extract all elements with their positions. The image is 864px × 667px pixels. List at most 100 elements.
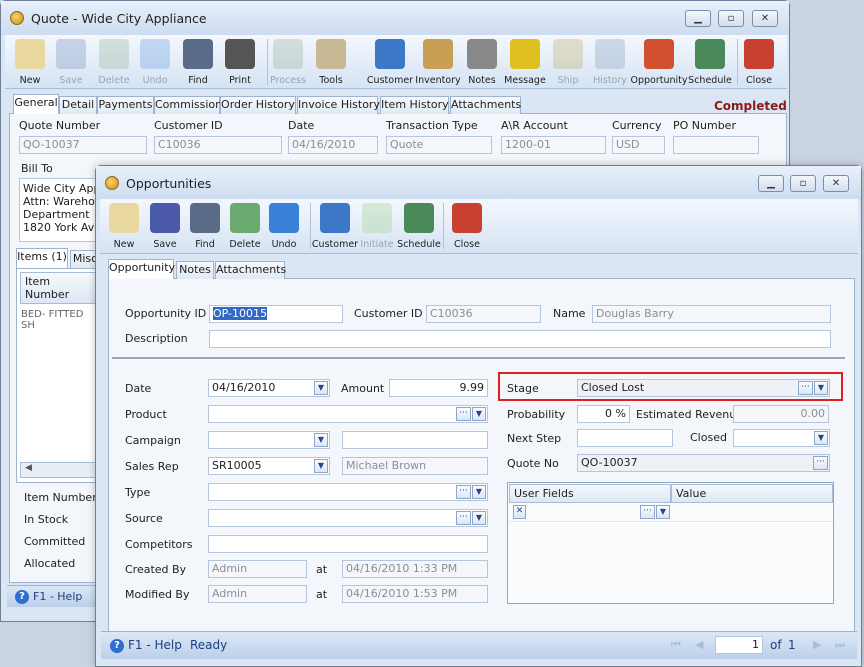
ellipsis-icon[interactable]: ··· <box>813 456 828 470</box>
close-window-button[interactable]: ✕ <box>823 175 849 192</box>
grid-header-value[interactable]: Value <box>671 484 833 503</box>
ellipsis-icon[interactable]: ··· <box>456 485 471 499</box>
chevron-down-icon[interactable]: ▼ <box>472 485 486 499</box>
sales-rep-combo[interactable]: SR10005 ▼ <box>208 457 330 475</box>
campaign-combo[interactable]: ▼ <box>208 431 330 449</box>
quote-field-label: A\R Account <box>501 119 568 132</box>
tab-general[interactable]: General <box>13 94 59 114</box>
toolbar-button-close[interactable]: Close <box>736 39 782 86</box>
tab-opportunity[interactable]: Opportunity <box>108 259 175 279</box>
toolbar-button-undo[interactable]: Undo <box>261 203 307 250</box>
maximize-button[interactable]: ▫ <box>718 10 744 27</box>
description-label: Description <box>125 332 188 345</box>
source-combo[interactable]: ··· ▼ <box>208 509 488 527</box>
campaign-name-input[interactable] <box>342 431 488 449</box>
name-input[interactable]: Douglas Barry <box>592 305 831 323</box>
created-at-value: 04/16/2010 1:33 PM <box>342 560 488 578</box>
competitors-input[interactable] <box>208 535 488 553</box>
next-step-label: Next Step <box>507 432 562 445</box>
help-link[interactable]: F1 - Help <box>128 638 182 652</box>
description-input[interactable] <box>209 330 831 348</box>
quote-no-value: QO-10037 <box>581 456 638 469</box>
undo-icon <box>140 39 170 69</box>
grid-header-item-number[interactable]: Item Number <box>20 272 97 304</box>
quote-field-input[interactable]: Quote <box>386 136 492 154</box>
tab-notes[interactable]: Notes <box>176 261 214 279</box>
help-link[interactable]: F1 - Help <box>33 590 82 603</box>
tab-detail[interactable]: Detail <box>59 96 97 114</box>
process-icon <box>273 39 303 69</box>
stage-combo[interactable]: Closed Lost ··· ▼ <box>577 379 830 397</box>
customer-id-input[interactable]: C10036 <box>426 305 541 323</box>
date-picker[interactable]: 04/16/2010 ▼ <box>208 379 330 397</box>
next-step-input[interactable] <box>577 429 673 447</box>
divider <box>112 357 845 359</box>
product-combo[interactable]: ··· ▼ <box>208 405 488 423</box>
quote-field-input[interactable]: QO-10037 <box>19 136 147 154</box>
close-window-button[interactable]: ✕ <box>752 10 778 27</box>
chevron-down-icon[interactable]: ▼ <box>472 511 486 525</box>
amount-input[interactable]: 9.99 <box>389 379 488 397</box>
grid-header-user-fields[interactable]: User Fields <box>509 484 671 503</box>
minimize-button[interactable]: ▁ <box>685 10 711 27</box>
last-page-button[interactable]: ⏭ <box>835 638 845 652</box>
toolbar-button-tools[interactable]: Tools <box>308 39 354 86</box>
quote-field-input[interactable] <box>673 136 759 154</box>
tab-order-history[interactable]: Order History <box>220 96 296 114</box>
first-page-button[interactable]: ⏮ <box>671 638 681 652</box>
probability-input[interactable]: 0 % <box>577 405 630 423</box>
next-page-button[interactable]: ▶ <box>813 638 821 651</box>
quote-field-input[interactable]: 1200-01 <box>501 136 606 154</box>
ellipsis-icon[interactable]: ··· <box>456 511 471 525</box>
quote-no-label: Quote No <box>507 457 559 470</box>
chevron-down-icon[interactable]: ▼ <box>656 505 670 519</box>
source-label: Source <box>125 512 163 525</box>
chevron-down-icon[interactable]: ▼ <box>814 431 828 445</box>
tab-item-history[interactable]: Item History <box>380 96 449 114</box>
ellipsis-icon[interactable]: ··· <box>798 381 813 395</box>
bill-to-label: Bill To <box>21 162 53 175</box>
type-combo[interactable]: ··· ▼ <box>208 483 488 501</box>
tab-items[interactable]: Items (1) <box>16 248 68 268</box>
bill-to-line: Department <box>23 208 90 221</box>
quote-no-input[interactable]: QO-10037 ··· <box>577 454 830 472</box>
quote-field-input[interactable]: USD <box>612 136 665 154</box>
ellipsis-icon[interactable]: ··· <box>456 407 471 421</box>
tab-commission[interactable]: Commission <box>154 96 222 114</box>
quote-field-input[interactable]: C10036 <box>154 136 282 154</box>
tab-invoice-history[interactable]: Invoice History <box>297 96 380 114</box>
delete-row-icon[interactable]: ✕ <box>513 505 526 519</box>
maximize-button[interactable]: ▫ <box>790 175 816 192</box>
chevron-down-icon[interactable]: ▼ <box>314 433 328 447</box>
probability-label: Probability <box>507 408 566 421</box>
undo-icon <box>269 203 299 233</box>
tab-payments[interactable]: Payments <box>97 96 154 114</box>
save-icon <box>56 39 86 69</box>
recycle-bin-icon <box>230 203 260 233</box>
chevron-down-icon[interactable]: ▼ <box>314 459 328 473</box>
previous-page-button[interactable]: ◀ <box>695 638 703 651</box>
minimize-button[interactable]: ▁ <box>758 175 784 192</box>
chevron-down-icon[interactable]: ▼ <box>814 381 828 395</box>
binoculars-icon <box>183 39 213 69</box>
chevron-down-icon[interactable]: ▼ <box>314 381 328 395</box>
date-value: 04/16/2010 <box>212 381 276 394</box>
opportunity-id-input[interactable]: OP-10015 <box>209 305 343 323</box>
page-input[interactable]: 1 <box>715 636 763 654</box>
modified-at-label: at <box>316 588 328 601</box>
quote-field-input[interactable]: 04/16/2010 <box>288 136 378 154</box>
tab-attachments[interactable]: Attachments <box>450 96 521 114</box>
campaign-label: Campaign <box>125 434 181 447</box>
horizontal-scrollbar[interactable]: ◀ <box>20 462 100 478</box>
grid-row[interactable]: ✕ ··· ▼ <box>509 503 833 522</box>
chevron-down-icon[interactable]: ▼ <box>472 407 486 421</box>
grid-row[interactable]: BED- FITTED SH <box>17 307 100 333</box>
closed-combo[interactable]: ▼ <box>733 429 830 447</box>
created-by-value: Admin <box>208 560 307 578</box>
toolbar-button-opportunity[interactable]: Opportunity <box>630 39 688 86</box>
toolbar-button-close[interactable]: Close <box>444 203 490 250</box>
ellipsis-icon[interactable]: ··· <box>640 505 655 519</box>
tab-attachments[interactable]: Attachments <box>215 261 286 279</box>
customer-icon <box>320 203 350 233</box>
opportunities-window-title: Opportunities <box>126 176 212 191</box>
